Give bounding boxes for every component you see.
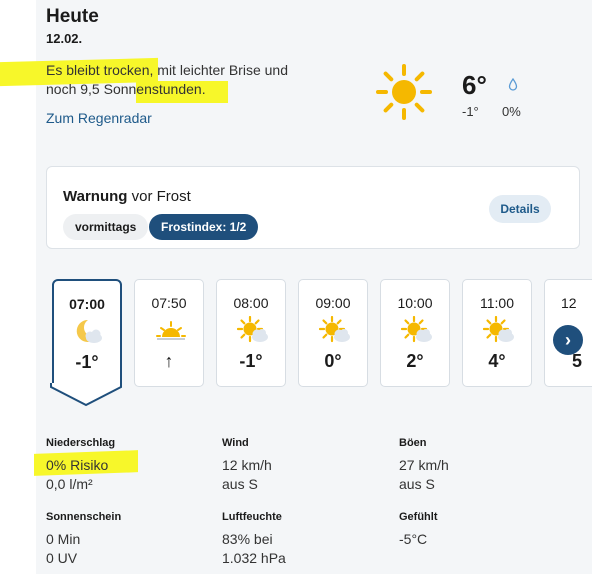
warning-time-chip: vormittags [63,214,149,240]
hour-time: 10:00 [397,295,433,311]
hour-temperature: 2° [406,351,424,371]
hour-card-0700[interactable]: 07:00 -1° [52,279,122,387]
sun-cloud-icon [401,316,432,343]
hour-card-0800[interactable]: 08:00 -1° [216,279,286,387]
wind-direction: aus S [222,476,258,492]
date-label: 12.02. [46,31,83,46]
sunrise-icon [156,321,186,340]
hour-temperature: -1° [75,352,99,372]
hour-temperature: 0° [324,351,342,371]
warning-title-rest: vor Frost [127,188,191,205]
hour-card-1000[interactable]: 10:00 2° [380,279,450,387]
frost-warning-card: Warnung vor Frost vormittags Frostindex:… [46,166,580,249]
warning-title: Warnung vor Frost [63,188,191,205]
feels-like-label: Gefühlt [399,511,438,523]
precip-risk: 0% Risiko [46,457,109,473]
raindrop-icon [508,78,518,91]
sunrise-arrow: ↑ [164,351,174,371]
hour-card-1100[interactable]: 11:00 4° [462,279,532,387]
gusts-speed: 27 km/h [399,457,449,473]
uv-index: 0 UV [46,550,78,566]
summary-text-b: noch [46,81,81,97]
humidity-label: Luftfeuchte [222,511,282,523]
sun-cloud-icon [483,316,514,343]
next-hours-button[interactable]: › [553,325,583,355]
weather-summary: Es bleibt trocken, mit leichter Brise un… [46,61,316,99]
hour-time: 08:00 [233,295,269,311]
humidity-value: 83% bei [222,531,273,547]
summary-text-c: 9,5 Sonnenstunden. [80,81,206,97]
sun-icon [376,64,432,120]
current-temperature: 6° [462,70,487,100]
precip-amount: 0,0 l/m² [46,476,93,492]
hour-time: 07:50 [151,295,187,311]
precip-label: Niederschlag [46,437,116,449]
sunshine-label: Sonnenschein [46,511,122,523]
hour-time: 07:00 [69,296,105,312]
hour-time: 09:00 [315,295,351,311]
hour-time: 11:00 [480,295,514,311]
sun-cloud-icon [237,316,268,343]
precip-probability: 0% [502,104,521,119]
summary-text-a: Es bleibt trocken, mit leichter Brise un… [46,62,288,78]
gusts-direction: aus S [399,476,435,492]
min-temperature: -1° [462,104,479,119]
gusts-label: Böen [399,437,427,449]
selected-indicator [50,383,122,407]
frost-index-chip: Frostindex: 1/2 [149,214,259,240]
hour-temperature: -1° [239,351,263,371]
hour-card-0900[interactable]: 09:00 0° [298,279,368,387]
wind-label: Wind [222,437,249,449]
hour-time: 12 [561,295,577,311]
page-title: Heute [46,6,99,27]
details-button[interactable]: Details [489,195,551,223]
moon-cloud-icon [76,319,102,343]
radar-link[interactable]: Zum Regenradar [46,110,152,126]
pressure-value: 1.032 hPa [222,550,286,566]
hourly-forecast: 07:00 -1° 07:50 ↑ 08:00 -1° 09:00 0° 10:… [46,279,592,409]
sun-cloud-icon [319,316,350,343]
warning-title-bold: Warnung [63,188,128,205]
feels-like-value: -5°C [399,531,428,547]
hour-temperature: 4° [488,351,506,371]
wind-speed: 12 km/h [222,457,272,473]
hour-card-0750[interactable]: 07:50 ↑ [134,279,204,387]
sunshine-minutes: 0 Min [46,531,81,547]
